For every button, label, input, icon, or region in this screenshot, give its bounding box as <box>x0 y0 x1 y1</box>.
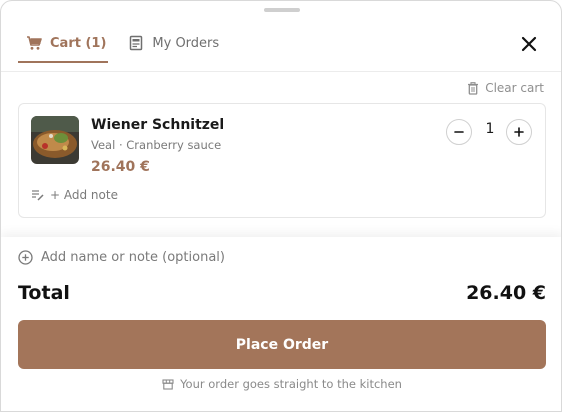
add-note-label: + Add note <box>50 188 118 202</box>
item-price: 26.40 € <box>91 159 150 175</box>
tab-my-orders[interactable]: My Orders <box>120 28 227 58</box>
decrease-quantity-button[interactable] <box>446 119 472 145</box>
storefront-icon <box>162 378 174 390</box>
active-tab-indicator <box>18 61 108 63</box>
close-button[interactable] <box>517 32 541 56</box>
checkout-footer: Add name or note (optional) Total 26.40 … <box>1 237 561 411</box>
drag-handle[interactable] <box>264 8 300 12</box>
order-note-button[interactable]: Add name or note (optional) <box>18 250 225 265</box>
clear-cart-button[interactable]: Clear cart <box>467 81 544 95</box>
plus-icon <box>514 127 524 137</box>
add-circle-icon <box>18 250 33 265</box>
trash-icon <box>468 81 479 95</box>
header-divider <box>1 71 561 72</box>
note-edit-icon <box>32 190 44 201</box>
cart-sheet: Cart (1) My Orders Clear cart Wiener Sch… <box>0 0 562 412</box>
item-description: Veal · Cranberry sauce <box>91 138 222 152</box>
kitchen-note-text: Your order goes straight to the kitchen <box>180 377 402 391</box>
tab-cart-label: Cart (1) <box>50 35 107 51</box>
cart-item-card: Wiener Schnitzel Veal · Cranberry sauce … <box>18 103 546 218</box>
receipt-icon <box>128 35 144 51</box>
item-quantity: 1 <box>485 121 495 137</box>
tab-cart[interactable]: Cart (1) <box>18 28 114 58</box>
tab-bar: Cart (1) My Orders <box>18 28 227 64</box>
item-image <box>31 116 79 164</box>
cart-icon <box>26 35 42 51</box>
minus-icon <box>454 131 464 133</box>
clear-cart-label: Clear cart <box>485 81 544 95</box>
tab-my-orders-label: My Orders <box>152 35 220 51</box>
total-value: 26.40 € <box>466 282 546 304</box>
total-label: Total <box>18 282 70 304</box>
increase-quantity-button[interactable] <box>506 119 532 145</box>
order-note-placeholder: Add name or note (optional) <box>41 250 225 265</box>
kitchen-note: Your order goes straight to the kitchen <box>1 377 561 391</box>
place-order-button[interactable]: Place Order <box>18 320 546 369</box>
add-note-button[interactable]: + Add note <box>31 188 118 202</box>
item-name: Wiener Schnitzel <box>91 117 225 133</box>
close-icon <box>521 36 537 52</box>
